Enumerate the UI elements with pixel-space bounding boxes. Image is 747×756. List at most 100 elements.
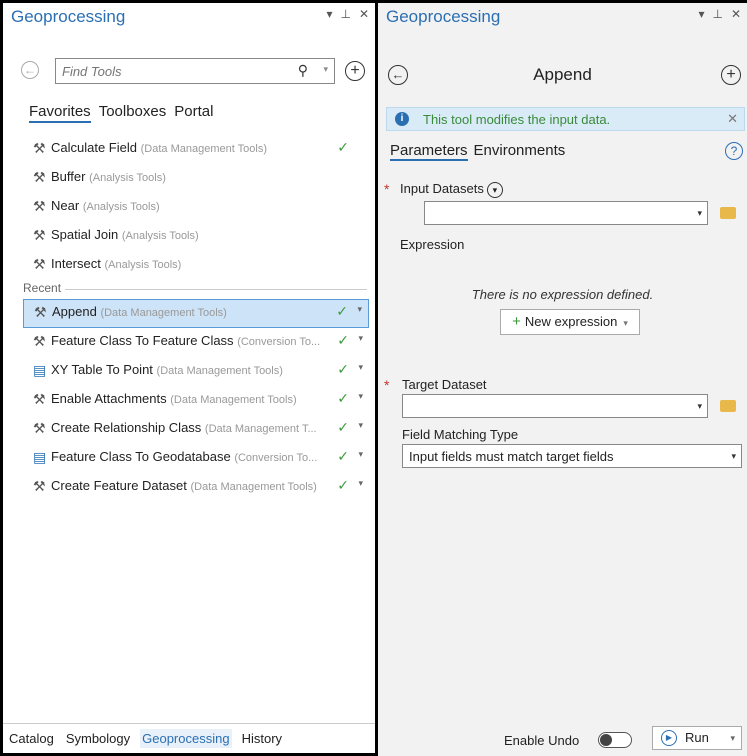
hammer-icon: ⚒ bbox=[33, 198, 46, 215]
pane-controls: ▾ ⊥ ✕ bbox=[698, 7, 741, 21]
chevron-down-icon[interactable]: ▾ bbox=[730, 727, 735, 749]
tab-catalog[interactable]: Catalog bbox=[7, 729, 56, 748]
close-icon[interactable]: ✕ bbox=[731, 7, 741, 21]
no-expression-text: There is no expression defined. bbox=[471, 287, 654, 302]
hammer-icon: ⚒ bbox=[33, 391, 46, 408]
checkmark-icon: ✓ bbox=[336, 303, 348, 319]
field-matching-select[interactable]: Input fields must match target fields ▾ bbox=[402, 444, 742, 468]
close-icon[interactable]: ✕ bbox=[359, 7, 369, 21]
tab-toolboxes[interactable]: Toolboxes bbox=[99, 103, 167, 123]
hammer-icon: ⚒ bbox=[33, 478, 46, 495]
run-button[interactable]: ▶ Run ▾ bbox=[652, 726, 742, 750]
checkmark-icon: ✓ bbox=[337, 448, 349, 464]
required-icon: * bbox=[384, 181, 390, 197]
tool-item[interactable]: ⚒ Near (Analysis Tools) bbox=[23, 193, 369, 222]
add-icon[interactable]: + bbox=[721, 65, 741, 85]
pane-menu-icon[interactable]: ▾ bbox=[326, 7, 332, 21]
bottom-tab-strip: Catalog Symbology Geoprocessing History bbox=[3, 723, 375, 753]
tab-portal[interactable]: Portal bbox=[174, 103, 213, 123]
chevron-down-icon[interactable]: ▾ bbox=[358, 386, 363, 409]
chevron-down-icon[interactable]: ▾ bbox=[358, 328, 363, 351]
tool-item[interactable]: ⚒ Enable Attachments (Data Management Too… bbox=[23, 386, 369, 415]
tool-footer: Enable Undo ▶ Run ▾ bbox=[378, 722, 747, 756]
tool-category: (Data Management Tools) bbox=[140, 143, 267, 155]
pane-title: Geoprocessing bbox=[11, 7, 126, 26]
tab-history[interactable]: History bbox=[240, 729, 284, 748]
chevron-down-icon[interactable]: ▾ bbox=[358, 444, 363, 467]
back-icon[interactable]: ← bbox=[21, 61, 39, 79]
checkmark-icon: ✓ bbox=[337, 477, 349, 493]
close-icon[interactable]: ✕ bbox=[727, 111, 738, 127]
chevron-down-icon[interactable]: ▾ bbox=[358, 357, 363, 380]
tab-favorites[interactable]: Favorites bbox=[29, 103, 91, 123]
info-banner: i This tool modifies the input data. ✕ bbox=[386, 107, 745, 131]
input-datasets-label-text: Input Datasets bbox=[400, 181, 484, 196]
tool-tabs: Favorites Toolboxes Portal bbox=[29, 103, 213, 123]
back-icon[interactable]: ← bbox=[388, 65, 408, 85]
target-dataset-label: Target Dataset bbox=[402, 377, 487, 392]
tool-item[interactable]: ⚒ Feature Class To Feature Class (Convers… bbox=[23, 328, 369, 357]
tool-item[interactable]: ▤ Feature Class To Geodatabase (Conversio… bbox=[23, 444, 369, 473]
pane-controls: ▾ ⊥ ✕ bbox=[326, 7, 369, 21]
tool-item[interactable]: ⚒ Spatial Join (Analysis Tools) bbox=[23, 222, 369, 251]
enable-undo-label: Enable Undo bbox=[504, 733, 580, 748]
tool-name: XY Table To Point bbox=[51, 362, 153, 377]
chevron-down-icon[interactable]: ▾ bbox=[358, 415, 363, 438]
expression-label: Expression bbox=[400, 237, 465, 252]
pane-menu-icon[interactable]: ▾ bbox=[698, 7, 704, 21]
tool-item[interactable]: ▤ XY Table To Point (Data Management Tool… bbox=[23, 357, 369, 386]
tool-category: (Analysis Tools) bbox=[82, 201, 160, 213]
tool-name: Create Relationship Class bbox=[51, 420, 202, 435]
tool-category: (Analysis Tools) bbox=[89, 172, 166, 184]
hammer-icon: ⚒ bbox=[33, 256, 46, 273]
pane-header: Geoprocessing ▾ ⊥ ✕ bbox=[378, 3, 747, 33]
chevron-down-icon[interactable]: ▾ bbox=[697, 208, 702, 219]
tool-nav: Append ← + bbox=[378, 61, 747, 91]
tool-item[interactable]: ⚒ Intersect (Analysis Tools) bbox=[23, 251, 369, 280]
tab-environments[interactable]: Environments bbox=[474, 142, 566, 161]
tool-item[interactable]: ⚒ Create Feature Dataset (Data Management… bbox=[23, 473, 369, 502]
tool-item[interactable]: ⚒ Create Relationship Class (Data Managem… bbox=[23, 415, 369, 444]
tool-category: (Data Management Tools) bbox=[190, 481, 317, 493]
chevron-down-icon[interactable]: ▾ bbox=[358, 473, 363, 496]
tool-title: Append bbox=[533, 65, 592, 84]
plus-icon: + bbox=[512, 313, 521, 330]
new-expression-button[interactable]: + New expression ▾ bbox=[500, 309, 640, 335]
tab-parameters[interactable]: Parameters bbox=[390, 142, 468, 161]
tool-category: (Data Management T... bbox=[204, 423, 317, 435]
tool-item[interactable]: ⚒ Buffer (Analysis Tools) bbox=[23, 164, 369, 193]
find-tools-search[interactable]: ⚲ ▾ bbox=[55, 58, 335, 84]
checkmark-icon: ✓ bbox=[337, 361, 349, 377]
tab-geoprocessing[interactable]: Geoprocessing bbox=[140, 729, 232, 748]
expand-icon[interactable]: ▾ bbox=[486, 181, 503, 198]
search-icon[interactable]: ⚲ bbox=[298, 62, 308, 79]
search-input[interactable] bbox=[56, 59, 276, 83]
target-dataset-field[interactable]: ▾ bbox=[402, 394, 708, 418]
chevron-down-icon[interactable]: ▾ bbox=[731, 451, 736, 462]
chevron-down-icon[interactable]: ▾ bbox=[357, 300, 362, 321]
tool-category: (Data Management Tools) bbox=[156, 365, 283, 377]
tool-name: Near bbox=[51, 198, 80, 213]
tool-item[interactable]: ⚒ Calculate Field (Data Management Tools)… bbox=[23, 135, 369, 164]
tool-name: Calculate Field bbox=[51, 140, 137, 155]
input-datasets-field[interactable]: ▾ bbox=[424, 201, 708, 225]
tab-symbology[interactable]: Symbology bbox=[64, 729, 132, 748]
hammer-icon: ⚒ bbox=[33, 227, 46, 244]
help-icon[interactable]: ? bbox=[725, 142, 743, 160]
enable-undo-toggle[interactable] bbox=[598, 732, 632, 748]
tool-name: Enable Attachments bbox=[51, 391, 167, 406]
folder-icon[interactable] bbox=[720, 207, 736, 219]
hammer-icon: ⚒ bbox=[33, 333, 46, 350]
pin-icon[interactable]: ⊥ bbox=[712, 7, 722, 21]
checkmark-icon: ✓ bbox=[337, 390, 349, 406]
add-icon[interactable]: + bbox=[345, 61, 365, 81]
checkmark-icon: ✓ bbox=[337, 419, 349, 435]
folder-icon[interactable] bbox=[720, 400, 736, 412]
tool-category: (Data Management Tools) bbox=[100, 307, 227, 319]
chevron-down-icon[interactable]: ▾ bbox=[323, 64, 328, 75]
script-icon: ▤ bbox=[33, 449, 47, 466]
divider bbox=[65, 289, 367, 290]
pin-icon[interactable]: ⊥ bbox=[340, 7, 350, 21]
chevron-down-icon[interactable]: ▾ bbox=[697, 401, 702, 412]
tool-item[interactable]: ⚒ Append (Data Management Tools) ✓ ▾ bbox=[23, 299, 369, 328]
